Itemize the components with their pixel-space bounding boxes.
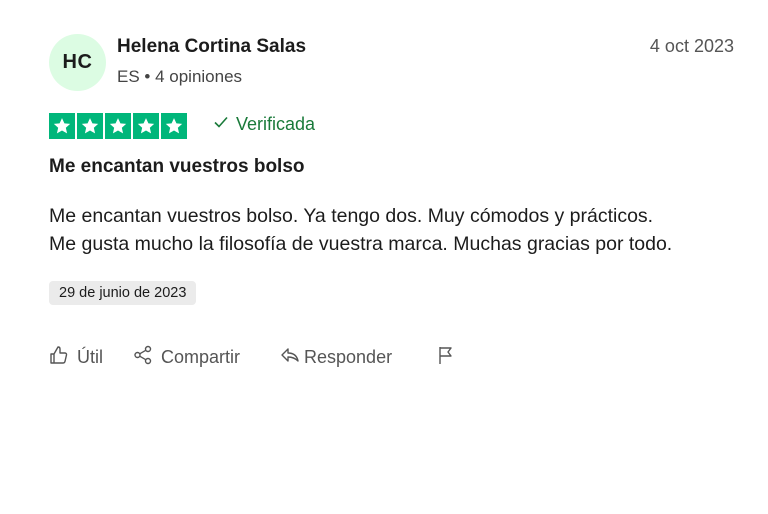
reply-icon: [280, 345, 300, 370]
star-icon: [133, 113, 159, 139]
flag-icon: [436, 345, 456, 370]
checkmark-icon: [213, 114, 229, 135]
avatar-initials: HC: [62, 51, 93, 73]
share-button[interactable]: Compartir: [133, 345, 240, 370]
thumbs-up-icon: [49, 345, 69, 370]
useful-button[interactable]: Útil: [49, 345, 103, 370]
star-icon: [49, 113, 75, 139]
reply-button[interactable]: Responder: [280, 345, 392, 370]
experience-date-badge: 29 de junio de 2023: [49, 281, 197, 305]
star-icon: [77, 113, 103, 139]
useful-label: Útil: [77, 347, 103, 367]
review-body-line: Me gusta mucho la filosofía de vuestra m…: [49, 233, 673, 255]
reply-label: Responder: [304, 347, 393, 367]
verified-badge[interactable]: Verificada: [213, 114, 315, 135]
review-body-line: Me encantan vuestros bolso. Ya tengo dos…: [49, 205, 654, 227]
star-icon: [161, 113, 187, 139]
star-icon: [105, 113, 131, 139]
avatar: HC: [49, 34, 106, 91]
star-rating: [49, 113, 187, 139]
reviewer-meta: ES • 4 opiniones: [117, 67, 243, 86]
review-actions: Útil Compartir Responder: [49, 345, 456, 370]
review-title: Me encantan vuestros bolso: [49, 156, 305, 177]
reviewer-name[interactable]: Helena Cortina Salas: [117, 36, 306, 58]
review-body: Me encantan vuestros bolso. Ya tengo dos…: [49, 202, 749, 258]
share-label: Compartir: [161, 347, 241, 367]
verified-label: Verificada: [236, 114, 316, 134]
report-button[interactable]: [436, 345, 456, 370]
share-icon: [133, 345, 153, 370]
review-date: 4 oct 2023: [649, 36, 734, 56]
review-card: HC Helena Cortina Salas ES • 4 opiniones…: [0, 0, 768, 514]
